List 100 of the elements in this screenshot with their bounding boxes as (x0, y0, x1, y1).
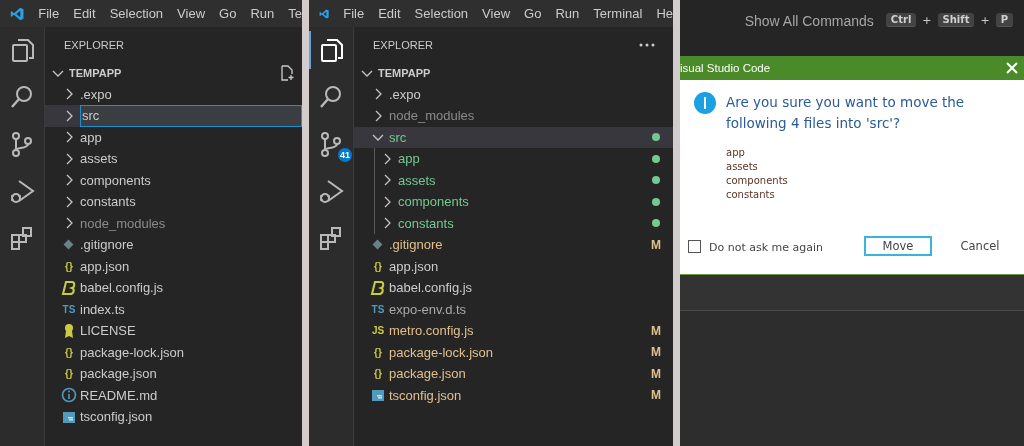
run-debug-icon[interactable] (9, 178, 35, 205)
tree-row[interactable]: {} package.json (45, 363, 302, 385)
menu-item[interactable]: Selection (109, 6, 164, 21)
folder-name[interactable]: components (398, 194, 639, 210)
tree-row[interactable]: assets (45, 148, 302, 170)
folder-name[interactable]: .expo (80, 86, 268, 102)
menu-item[interactable]: Go (524, 6, 542, 21)
menu-item[interactable]: Te (288, 6, 302, 21)
file-name[interactable]: package.json (389, 366, 639, 382)
run-debug-icon[interactable] (318, 178, 344, 205)
tree-row[interactable]: .gitignore (45, 234, 302, 256)
file-name[interactable]: package-lock.json (80, 344, 268, 360)
file-name[interactable]: tsconfig.json (389, 387, 639, 403)
dialog-button[interactable]: Move (864, 236, 932, 256)
more-icon[interactable] (639, 42, 655, 47)
info-icon (694, 92, 716, 114)
tree-row[interactable]: constants (45, 191, 302, 213)
file-type-icon: {} (65, 260, 73, 272)
file-name[interactable]: package.json (80, 366, 268, 382)
folder-name[interactable]: src (389, 129, 639, 145)
tree-row[interactable]: {} package-lock.json (45, 341, 302, 363)
files-icon[interactable] (318, 37, 344, 64)
file-type-icon: {} (374, 260, 382, 272)
tree-row[interactable]: {} package.json M (354, 363, 673, 385)
file-name[interactable]: babel.config.js (80, 280, 268, 296)
menu-item[interactable]: Run (555, 6, 580, 21)
tree-row[interactable]: node_modules (354, 105, 673, 127)
menu-item[interactable]: Edit (73, 6, 96, 21)
tree-row[interactable]: .expo (354, 83, 673, 105)
source-control-icon[interactable] (9, 131, 35, 158)
tree-row[interactable]: JS metro.config.js M (354, 320, 673, 342)
folder-name[interactable]: assets (80, 151, 268, 167)
menu-item[interactable]: File (38, 6, 60, 21)
menu-item[interactable]: File (343, 6, 365, 21)
keyboard-key: Ctrl (885, 13, 917, 27)
git-status-letter: M (651, 366, 661, 381)
tree-row[interactable]: node_modules (45, 212, 302, 234)
tree-row[interactable]: components (45, 169, 302, 191)
tree-row[interactable]: tsconfig.json M (354, 384, 673, 406)
menu-item[interactable]: Edit (378, 6, 401, 21)
tree-row[interactable]: {} app.json (354, 255, 673, 277)
tree-row[interactable]: assets (354, 169, 673, 191)
tree-row[interactable]: tsconfig.json (45, 406, 302, 428)
folder-name[interactable]: TEMPAPP (378, 66, 665, 79)
folder-name[interactable]: TEMPAPP (69, 66, 280, 79)
file-name[interactable]: .gitignore (80, 237, 268, 253)
menu-item[interactable]: Selection (414, 6, 469, 21)
menu-item[interactable]: Run (250, 6, 275, 21)
rename-field[interactable]: src (80, 104, 302, 127)
tree-row[interactable]: babel.config.js (354, 277, 673, 299)
folder-name[interactable]: node_modules (389, 108, 639, 124)
folder-name[interactable]: constants (398, 215, 639, 231)
file-name[interactable]: .gitignore (389, 237, 639, 253)
file-name[interactable]: index.ts (80, 301, 268, 317)
close-icon[interactable] (1006, 62, 1018, 74)
tree-row[interactable]: src (45, 105, 302, 127)
menu-item[interactable]: View (482, 6, 511, 21)
tree-row[interactable]: .gitignore M (354, 234, 673, 256)
new-file-icon[interactable] (280, 64, 294, 81)
menu-item[interactable]: Terminal (593, 6, 643, 21)
tree-row[interactable]: constants (354, 212, 673, 234)
file-name[interactable]: app.json (389, 258, 639, 274)
file-type-icon: {} (65, 346, 73, 358)
file-type-icon: {} (65, 368, 73, 380)
tree-row[interactable]: README.md (45, 384, 302, 406)
tree-row[interactable]: components (354, 191, 673, 213)
file-name[interactable]: babel.config.js (389, 280, 639, 296)
file-name[interactable]: README.md (80, 387, 268, 403)
file-type-icon: TS (371, 303, 385, 315)
folder-name[interactable]: node_modules (80, 215, 268, 231)
files-icon[interactable] (9, 37, 35, 64)
file-name[interactable]: LICENSE (80, 323, 268, 339)
folder-name[interactable]: app (398, 151, 639, 167)
tree-row[interactable]: {} app.json (45, 255, 302, 277)
file-name[interactable]: expo-env.d.ts (389, 301, 639, 317)
tree-row[interactable]: TS expo-env.d.ts (354, 298, 673, 320)
folder-name[interactable]: assets (398, 172, 639, 188)
tree-row[interactable]: LICENSE (45, 320, 302, 342)
folder-name[interactable]: .expo (389, 86, 639, 102)
extensions-icon[interactable] (9, 225, 35, 252)
extensions-icon[interactable] (318, 225, 344, 252)
tree-row[interactable]: babel.config.js (45, 277, 302, 299)
tree-row[interactable]: app (45, 126, 302, 148)
tree-row[interactable]: .expo (45, 83, 302, 105)
menu-item[interactable]: He (656, 6, 673, 21)
tree-row[interactable]: {} package-lock.json M (354, 341, 673, 363)
folder-name[interactable]: components (80, 172, 268, 188)
menu-item[interactable]: Go (219, 6, 237, 21)
panel-title: EXPLORER (64, 38, 125, 51)
file-name[interactable]: tsconfig.json (80, 409, 268, 425)
file-name[interactable]: metro.config.js (389, 323, 639, 339)
checkbox[interactable] (688, 239, 701, 253)
file-name[interactable]: app.json (80, 258, 268, 274)
folder-name[interactable]: constants (80, 194, 268, 210)
folder-name[interactable]: app (80, 129, 268, 145)
file-name[interactable]: package-lock.json (389, 344, 639, 360)
menu-item[interactable]: View (177, 6, 206, 21)
tree-row[interactable]: src (354, 126, 673, 148)
tree-row[interactable]: TS index.ts (45, 298, 302, 320)
tree-row[interactable]: app (354, 148, 673, 170)
